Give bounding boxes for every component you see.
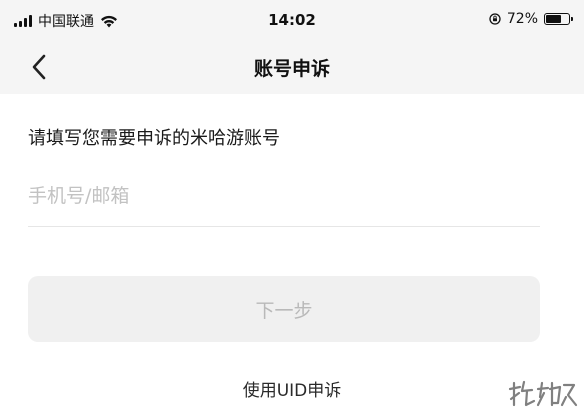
rotation-lock-icon	[489, 13, 501, 25]
battery-percent: 72%	[506, 11, 538, 27]
status-bar: 中国联通 14:02 72%	[0, 0, 584, 40]
battery-level-fill	[546, 15, 561, 23]
status-bar-right: 72%	[489, 11, 573, 27]
next-step-button[interactable]: 下一步	[28, 276, 540, 342]
account-input[interactable]	[28, 174, 540, 218]
account-field	[28, 174, 540, 227]
nav-bar: 账号申诉	[0, 40, 584, 94]
uid-appeal-link[interactable]: 使用UID申诉	[0, 376, 584, 401]
watermark-logo	[508, 380, 578, 407]
page-title: 账号申诉	[253, 58, 330, 80]
battery-icon	[544, 13, 573, 25]
appeal-screen: 中国联通 14:02 72% 账号申诉 请填写您需要申诉的米哈游账号 手机号/邮…	[0, 0, 584, 415]
form-prompt: 请填写您需要申诉的米哈游账号	[28, 128, 280, 149]
